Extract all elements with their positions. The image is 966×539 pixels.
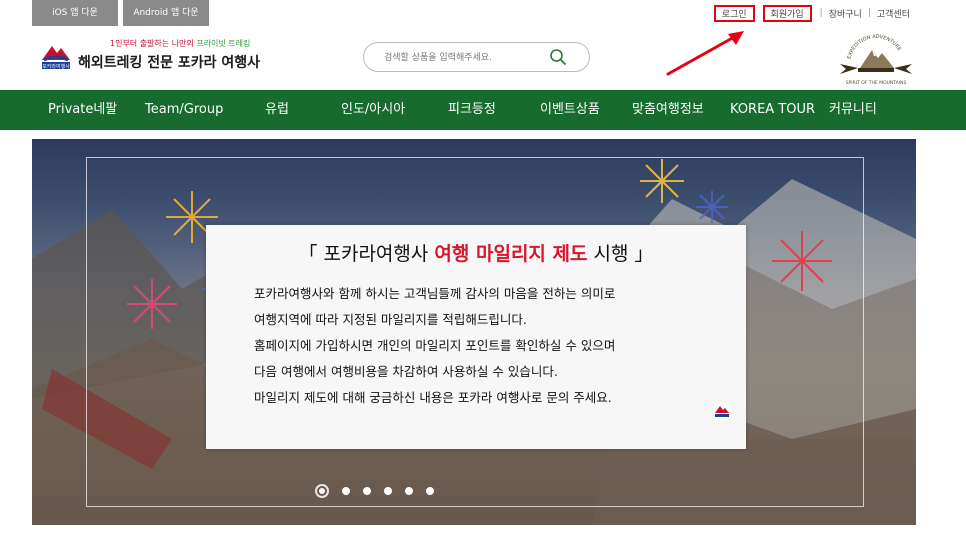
slide-dot-2[interactable]: [342, 487, 350, 495]
brand-bottom-text: SPIRIT OF THE MOUNTAINS: [846, 80, 907, 86]
logo-tagline-part-b: 프라이빗 트레킹: [196, 39, 251, 48]
ios-app-download-button[interactable]: iOS 앱 다운: [32, 0, 118, 26]
signup-link[interactable]: 회원가입: [762, 4, 812, 22]
header: 포카라여행사 1인부터 출발하는 나만의 프라이빗 트레킹 해외트레킹 전문 포…: [0, 26, 966, 90]
notice-line: 마일리지 제도에 대해 궁금하신 내용은 포카라 여행사로 문의 주세요.: [254, 390, 612, 405]
hero-banner[interactable]: 「 포카라여행사 여행 마일리지 제도 시행 」 포카라여행사와 함께 하시는 …: [32, 139, 916, 525]
search-input[interactable]: [384, 49, 544, 67]
logo-title: 해외트레킹 전문 포카라 여행사: [78, 55, 261, 71]
logo-tagline-part-a: 1인부터 출발하는 나만의: [110, 39, 197, 48]
nav-item-korea-tour[interactable]: KOREA TOUR: [730, 90, 815, 130]
customer-center-link[interactable]: 고객센터: [871, 7, 916, 20]
slide-dot-3[interactable]: [363, 487, 371, 495]
search-icon[interactable]: [549, 48, 567, 66]
logo-mark-icon: 포카라여행사: [42, 46, 70, 70]
notice-title-close: 시행 」: [587, 243, 654, 265]
nav-item-event-products[interactable]: 이벤트상품: [540, 90, 600, 130]
notice-line: 포카라여행사와 함께 하시는 고객님들께 감사의 마음을 전하는 의미로: [254, 286, 616, 301]
notice-line: 홈페이지에 가입하시면 개인의 마일리지 포인트를 확인하실 수 있으며: [254, 338, 616, 353]
nav-item-peak-climbing[interactable]: 피크등정: [448, 90, 496, 130]
slide-dot-5[interactable]: [405, 487, 413, 495]
nav-item-community[interactable]: 커뮤니티: [829, 90, 877, 130]
slide-dot-4[interactable]: [384, 487, 392, 495]
notice-body: 포카라여행사와 함께 하시는 고객님들께 감사의 마음을 전하는 의미로 여행지…: [254, 281, 724, 411]
slide-pagination: [315, 484, 434, 498]
notice-title: 「 포카라여행사 여행 마일리지 제도 시행 」: [206, 239, 746, 266]
main-nav: Private네팔 Team/Group 유럽 인도/아시아 피크등정 이벤트상…: [0, 90, 966, 130]
top-bar: iOS 앱 다운 Android 앱 다운 로그인 회원가입 | 장바구니 | …: [0, 0, 966, 26]
card-logo-icon: [713, 402, 731, 420]
nav-item-india-asia[interactable]: 인도/아시아: [341, 90, 405, 130]
login-link[interactable]: 로그인: [713, 4, 755, 22]
notice-line: 다음 여행에서 여행비용을 차감하여 사용하실 수 있습니다.: [254, 364, 558, 379]
notice-line: 여행지역에 따라 지정된 마일리지를 적립해드립니다.: [254, 312, 527, 327]
logo-mark-text: 포카라여행사: [42, 63, 70, 70]
logo-tagline: 1인부터 출발하는 나만의 프라이빗 트레킹: [110, 38, 250, 49]
nav-item-custom-travel-info[interactable]: 맞춤여행정보: [632, 90, 704, 130]
top-links: 로그인 회원가입 | 장바구니 | 고객센터: [713, 0, 916, 26]
slide-dot-6[interactable]: [426, 487, 434, 495]
mileage-notice-card: 「 포카라여행사 여행 마일리지 제도 시행 」 포카라여행사와 함께 하시는 …: [206, 225, 746, 449]
slide-dot-1[interactable]: [315, 484, 329, 498]
nav-item-private-nepal[interactable]: Private네팔: [48, 90, 117, 130]
nav-item-europe[interactable]: 유럽: [265, 90, 289, 130]
expedition-adventure-logo: EXPEDITION ADVENTURE SPIRIT OF THE MOUNT…: [840, 34, 912, 86]
notice-title-highlight: 여행 마일리지 제도: [434, 243, 588, 265]
separator: |: [819, 8, 823, 18]
notice-title-open: 「 포카라여행사: [298, 243, 435, 265]
search-box: [363, 42, 590, 72]
annotation-arrow-icon: [666, 31, 744, 76]
nav-item-team-group[interactable]: Team/Group: [145, 90, 223, 130]
android-app-download-button[interactable]: Android 앱 다운: [123, 0, 209, 26]
site-logo[interactable]: 포카라여행사 1인부터 출발하는 나만의 프라이빗 트레킹 해외트레킹 전문 포…: [40, 38, 260, 82]
cart-link[interactable]: 장바구니: [823, 7, 868, 20]
